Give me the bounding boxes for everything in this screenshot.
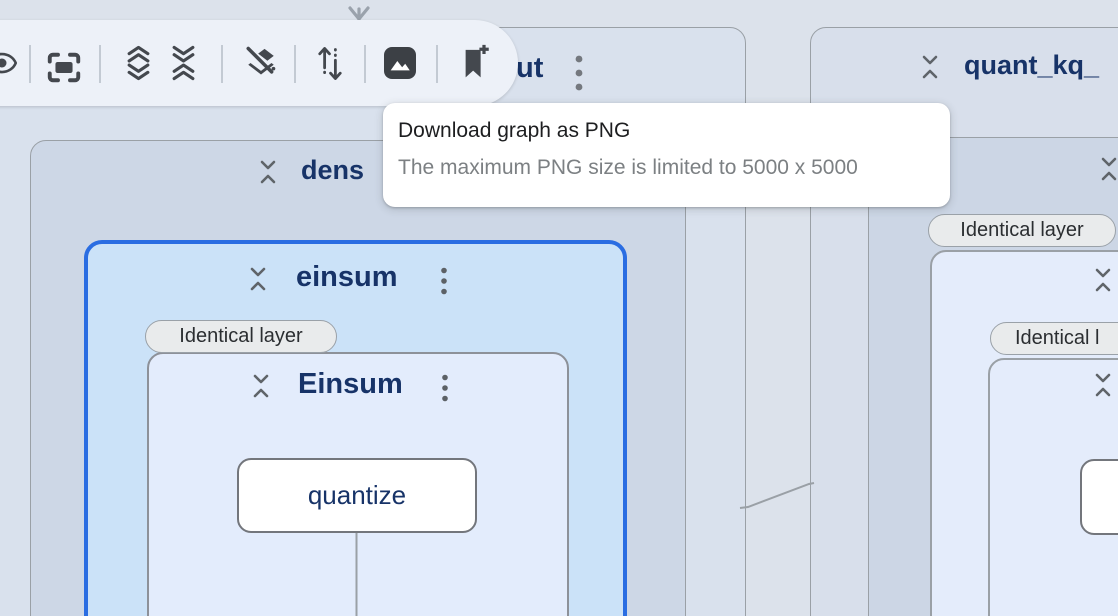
identical-layer-badge: Identical layer (145, 320, 337, 353)
identical-layer-badge-label: Identical layer (960, 219, 1083, 242)
op-node-right[interactable] (1080, 459, 1118, 535)
toolbar-divider (221, 45, 223, 83)
collapse-layer-icon[interactable] (1094, 266, 1112, 294)
identical-layer-badge-label: Identical layer (179, 325, 302, 348)
download-png-icon[interactable] (384, 47, 416, 79)
toolbar-divider (364, 45, 366, 83)
collapse-layer-icon[interactable] (249, 265, 267, 293)
op-node-quantize[interactable]: quantize (237, 458, 477, 533)
toolbar-divider (99, 45, 101, 83)
collapse-layer-icon[interactable] (252, 372, 270, 400)
collapse-all-layers-icon[interactable] (170, 45, 197, 81)
zoom-to-fit-icon[interactable] (46, 51, 82, 84)
graph-canvas[interactable]: dens einsum Einsum Identical layer quant… (0, 0, 1118, 616)
identical-layer-badge: Identical l (990, 322, 1118, 355)
more-vert-icon[interactable] (440, 267, 448, 295)
graph-toolbar (0, 20, 518, 106)
toolbar-divider (436, 45, 438, 83)
tooltip-subtitle: The maximum PNG size is limited to 5000 … (398, 156, 934, 180)
op-node-quantize-label: quantize (308, 480, 406, 511)
collapse-layer-icon[interactable] (1094, 371, 1112, 399)
collapse-layer-icon[interactable] (1100, 155, 1118, 183)
toolbar-divider (29, 45, 31, 83)
layer-group-quant-kq-label: quant_kq_ (964, 50, 1099, 81)
flatten-layers-icon[interactable] (244, 44, 278, 80)
toolbar-divider (294, 45, 296, 83)
identical-layer-badge-label: Identical l (1015, 327, 1100, 350)
layer-group-inner-einsum-label: Einsum (298, 368, 403, 401)
tooltip-title: Download graph as PNG (398, 119, 934, 143)
more-vert-icon[interactable] (574, 54, 584, 92)
expand-all-layers-icon[interactable] (125, 45, 152, 81)
identical-layer-badge: Identical layer (928, 214, 1116, 247)
layer-group-dens-label: dens (301, 155, 364, 186)
collapse-layer-icon[interactable] (259, 158, 277, 186)
layer-group-einsum-label: einsum (296, 261, 398, 294)
add-bookmark-icon[interactable] (460, 44, 490, 82)
layer-group-outer-label: ut (516, 52, 543, 85)
trace-inputs-outputs-icon[interactable] (316, 45, 344, 82)
collapse-layer-icon[interactable] (921, 53, 939, 81)
visibility-icon[interactable] (0, 48, 17, 78)
download-png-tooltip: Download graph as PNG The maximum PNG si… (383, 103, 950, 207)
more-vert-icon[interactable] (441, 374, 449, 402)
